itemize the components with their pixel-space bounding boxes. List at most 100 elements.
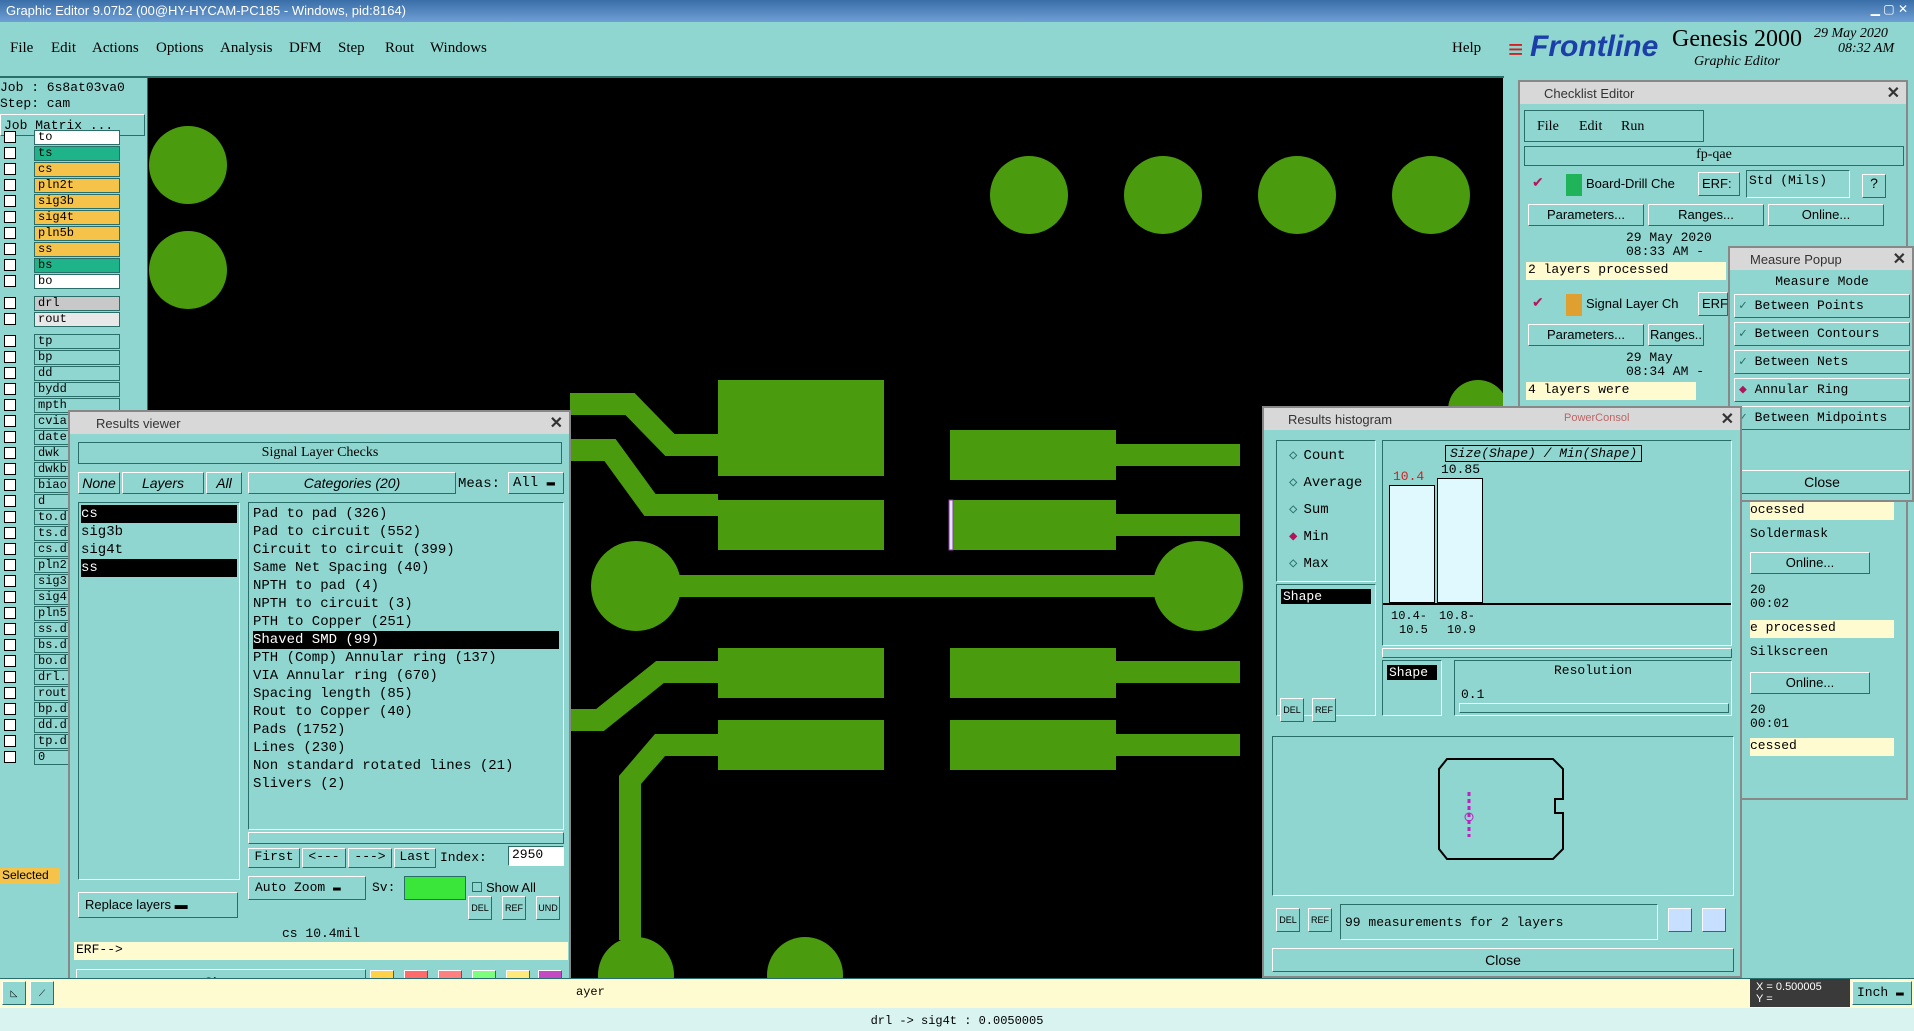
layer-checkbox[interactable] bbox=[4, 591, 16, 603]
histogram-bar[interactable] bbox=[1437, 478, 1483, 603]
layer-checkbox[interactable] bbox=[4, 195, 16, 207]
layer-checkbox[interactable] bbox=[4, 463, 16, 475]
first-button[interactable]: First bbox=[248, 848, 300, 868]
result-layer-item[interactable]: sig3b bbox=[81, 523, 237, 541]
measure-option[interactable]: ✓ Between Nets bbox=[1734, 350, 1910, 374]
layer-checkbox[interactable] bbox=[4, 527, 16, 539]
layer-checkbox[interactable] bbox=[4, 623, 16, 635]
layer-name[interactable]: bydd bbox=[34, 382, 120, 397]
shape-list-2[interactable]: Shape bbox=[1382, 660, 1442, 716]
zoom-icon[interactable] bbox=[1668, 908, 1692, 932]
replace-layers-select[interactable]: Replace layers ▬ bbox=[78, 892, 238, 918]
layer-checkbox[interactable] bbox=[4, 383, 16, 395]
layer-name[interactable]: bp bbox=[34, 350, 120, 365]
menu-analysis[interactable]: Analysis bbox=[220, 40, 273, 57]
sv-color-select[interactable] bbox=[404, 876, 466, 900]
layer-checkbox[interactable] bbox=[4, 495, 16, 507]
layer-checkbox[interactable] bbox=[4, 431, 16, 443]
help-icon[interactable]: ? bbox=[1862, 174, 1886, 198]
close-icon[interactable]: ✕ bbox=[1887, 83, 1900, 103]
check-name[interactable]: Signal Layer Ch bbox=[1586, 296, 1679, 311]
layer-checkbox[interactable] bbox=[4, 297, 16, 309]
layer-checkbox[interactable] bbox=[4, 671, 16, 683]
layer-checkbox[interactable] bbox=[4, 559, 16, 571]
online-button-4[interactable]: Online... bbox=[1750, 672, 1870, 694]
layer-checkbox[interactable] bbox=[4, 719, 16, 731]
check-icon[interactable]: ✔ bbox=[1532, 294, 1544, 311]
del-icon[interactable]: DEL bbox=[468, 896, 492, 920]
layer-name[interactable]: drl bbox=[34, 296, 120, 311]
shape-list[interactable]: Shape bbox=[1276, 584, 1376, 716]
results-layer-list[interactable]: cs sig3b sig4t ss bbox=[78, 502, 240, 880]
close-icon[interactable]: ✕ bbox=[1893, 249, 1906, 269]
prev-button[interactable]: <--- bbox=[302, 848, 346, 868]
layer-checkbox[interactable] bbox=[4, 703, 16, 715]
measure-option[interactable]: ◆ Annular Ring bbox=[1734, 378, 1910, 402]
ref-icon[interactable]: REF bbox=[1312, 698, 1336, 722]
categories-button[interactable]: Categories (20) bbox=[248, 472, 456, 494]
all-button[interactable]: All bbox=[206, 472, 242, 494]
layer-name[interactable]: rout bbox=[34, 312, 120, 327]
tool-icon-a[interactable]: ◺ bbox=[2, 981, 26, 1005]
stat-radio[interactable]: Min bbox=[1289, 528, 1328, 545]
ranges-button[interactable]: Ranges... bbox=[1648, 204, 1764, 226]
layer-checkbox[interactable] bbox=[4, 211, 16, 223]
show-all-checkbox[interactable] bbox=[472, 882, 482, 892]
ref-icon[interactable]: REF bbox=[502, 896, 526, 920]
category-item[interactable]: Same Net Spacing (40) bbox=[253, 559, 559, 577]
layer-checkbox[interactable] bbox=[4, 687, 16, 699]
layer-name[interactable]: bs bbox=[34, 258, 120, 273]
pan-icon[interactable] bbox=[1702, 908, 1726, 932]
layer-name[interactable]: pln2t bbox=[34, 178, 120, 193]
units-select[interactable]: Inch ▬ bbox=[1852, 981, 1912, 1005]
shape-item[interactable]: Shape bbox=[1281, 589, 1371, 604]
resolution-slider[interactable] bbox=[1459, 703, 1729, 713]
layer-checkbox[interactable] bbox=[4, 259, 16, 271]
histogram-close-button[interactable]: Close bbox=[1272, 948, 1734, 972]
category-item[interactable]: PTH to Copper (251) bbox=[253, 613, 559, 631]
layer-checkbox[interactable] bbox=[4, 243, 16, 255]
layer-checkbox[interactable] bbox=[4, 415, 16, 427]
layer-checkbox[interactable] bbox=[4, 543, 16, 555]
checklist-menu-file[interactable]: File bbox=[1537, 119, 1559, 135]
category-item[interactable]: NPTH to circuit (3) bbox=[253, 595, 559, 613]
layer-name[interactable]: to bbox=[34, 130, 120, 145]
undo-icon[interactable]: UND bbox=[536, 896, 560, 920]
ranges-button[interactable]: Ranges.. bbox=[1648, 324, 1704, 346]
measure-option[interactable]: ✓ Between Midpoints bbox=[1734, 406, 1910, 430]
layer-checkbox[interactable] bbox=[4, 655, 16, 667]
window-controls[interactable]: ▁ ▢ ✕ bbox=[1871, 2, 1908, 16]
menu-file[interactable]: File bbox=[10, 40, 33, 57]
category-item[interactable]: VIA Annular ring (670) bbox=[253, 667, 559, 685]
category-item[interactable]: Pad to circuit (552) bbox=[253, 523, 559, 541]
layer-checkbox[interactable] bbox=[4, 367, 16, 379]
layer-name[interactable]: sig3b bbox=[34, 194, 120, 209]
menu-help[interactable]: Help bbox=[1452, 40, 1481, 57]
layer-name[interactable]: tp bbox=[34, 334, 120, 349]
measure-close-button[interactable]: Close bbox=[1734, 470, 1910, 494]
erf-button[interactable]: ERF bbox=[1698, 292, 1728, 316]
layer-checkbox[interactable] bbox=[4, 335, 16, 347]
parameters-button[interactable]: Parameters... bbox=[1528, 204, 1644, 226]
menu-dfm[interactable]: DFM bbox=[289, 40, 322, 57]
layer-name[interactable]: ts bbox=[34, 146, 120, 161]
del-icon[interactable]: DEL bbox=[1280, 698, 1304, 722]
categories-list[interactable]: Pad to pad (326) Pad to circuit (552) Circ… bbox=[248, 502, 564, 830]
histogram-bar[interactable] bbox=[1389, 485, 1435, 603]
layer-checkbox[interactable] bbox=[4, 313, 16, 325]
online-button[interactable]: Online... bbox=[1768, 204, 1884, 226]
layer-checkbox[interactable] bbox=[4, 399, 16, 411]
layer-checkbox[interactable] bbox=[4, 575, 16, 587]
categories-hscroll[interactable] bbox=[248, 832, 564, 844]
checklist-menu-run[interactable]: Run bbox=[1621, 119, 1644, 135]
menu-step[interactable]: Step bbox=[338, 40, 365, 57]
category-item[interactable]: PTH (Comp) Annular ring (137) bbox=[253, 649, 559, 667]
layer-checkbox[interactable] bbox=[4, 227, 16, 239]
erf-button[interactable]: ERF: bbox=[1698, 172, 1740, 196]
layer-checkbox[interactable] bbox=[4, 479, 16, 491]
category-item[interactable]: NPTH to pad (4) bbox=[253, 577, 559, 595]
chart-hscroll[interactable] bbox=[1382, 648, 1732, 658]
category-item[interactable]: Shaved SMD (99) bbox=[253, 631, 559, 649]
stat-radio[interactable]: Average bbox=[1289, 474, 1362, 491]
category-item[interactable]: Circuit to circuit (399) bbox=[253, 541, 559, 559]
